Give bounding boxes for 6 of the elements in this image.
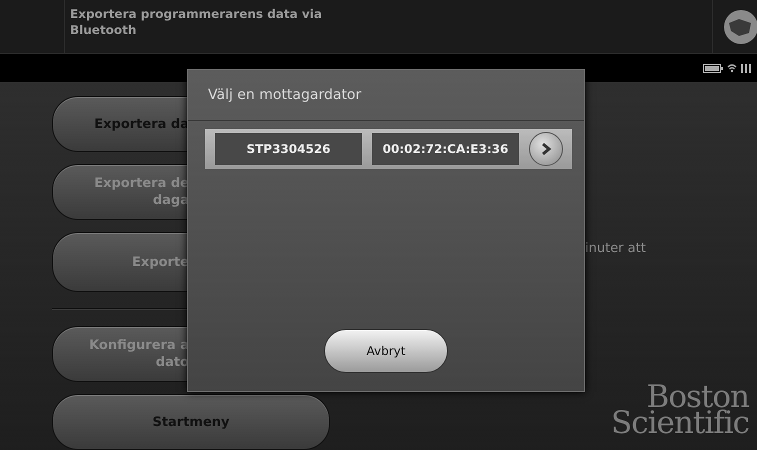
dialog-title: Välj en mottagardator xyxy=(188,70,584,121)
logo: Boston Scientific xyxy=(610,384,749,436)
device-name: STP3304526 xyxy=(215,133,362,165)
device-address: 00:02:72:CA:E3:36 xyxy=(372,133,519,165)
header-title: Exportera programmerarens data via Bluetooth xyxy=(69,6,323,39)
info-text: inuter att xyxy=(585,241,647,256)
